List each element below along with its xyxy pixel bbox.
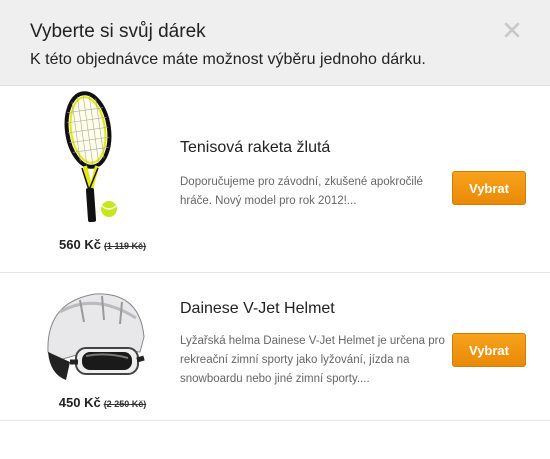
current-price: 560 Kč xyxy=(59,237,101,252)
old-price: (2 250 Kč) xyxy=(103,399,147,409)
gift-description: Lyžařská helma Dainese V-Jet Helmet je u… xyxy=(180,335,445,385)
price: 560 Kč (1 119 Kč) xyxy=(40,237,165,252)
close-icon xyxy=(504,22,520,38)
gift-item xyxy=(0,420,550,435)
current-price: 450 Kč xyxy=(58,395,101,410)
price: 450 Kč (2 250 Kč) xyxy=(40,395,165,410)
old-price: (1 119 Kč) xyxy=(103,241,146,251)
select-gift-button[interactable]: Vybrat xyxy=(452,171,526,205)
gift-selection-modal: Vyberte si svůj dárek K této objednávce … xyxy=(0,0,550,459)
modal-subtitle: K této objednávce máte možnost výběru je… xyxy=(30,51,426,68)
gift-name: Tenisová raketa žlutá xyxy=(180,139,331,156)
modal-header: Vyberte si svůj dárek K této objednávce … xyxy=(0,0,550,86)
modal-title: Vyberte si svůj dárek xyxy=(30,21,206,42)
gift-item: 560 Kč (1 119 Kč) Tenisová raketa žlutá D… xyxy=(0,86,550,272)
gift-name: Dainese V-Jet Helmet xyxy=(180,300,335,317)
tennis-racket-icon xyxy=(38,90,158,230)
select-gift-button[interactable]: Vybrat xyxy=(452,333,526,367)
close-button[interactable] xyxy=(498,16,526,44)
gift-description: Doporučujeme pro závodní, zkušené apokro… xyxy=(180,176,423,207)
